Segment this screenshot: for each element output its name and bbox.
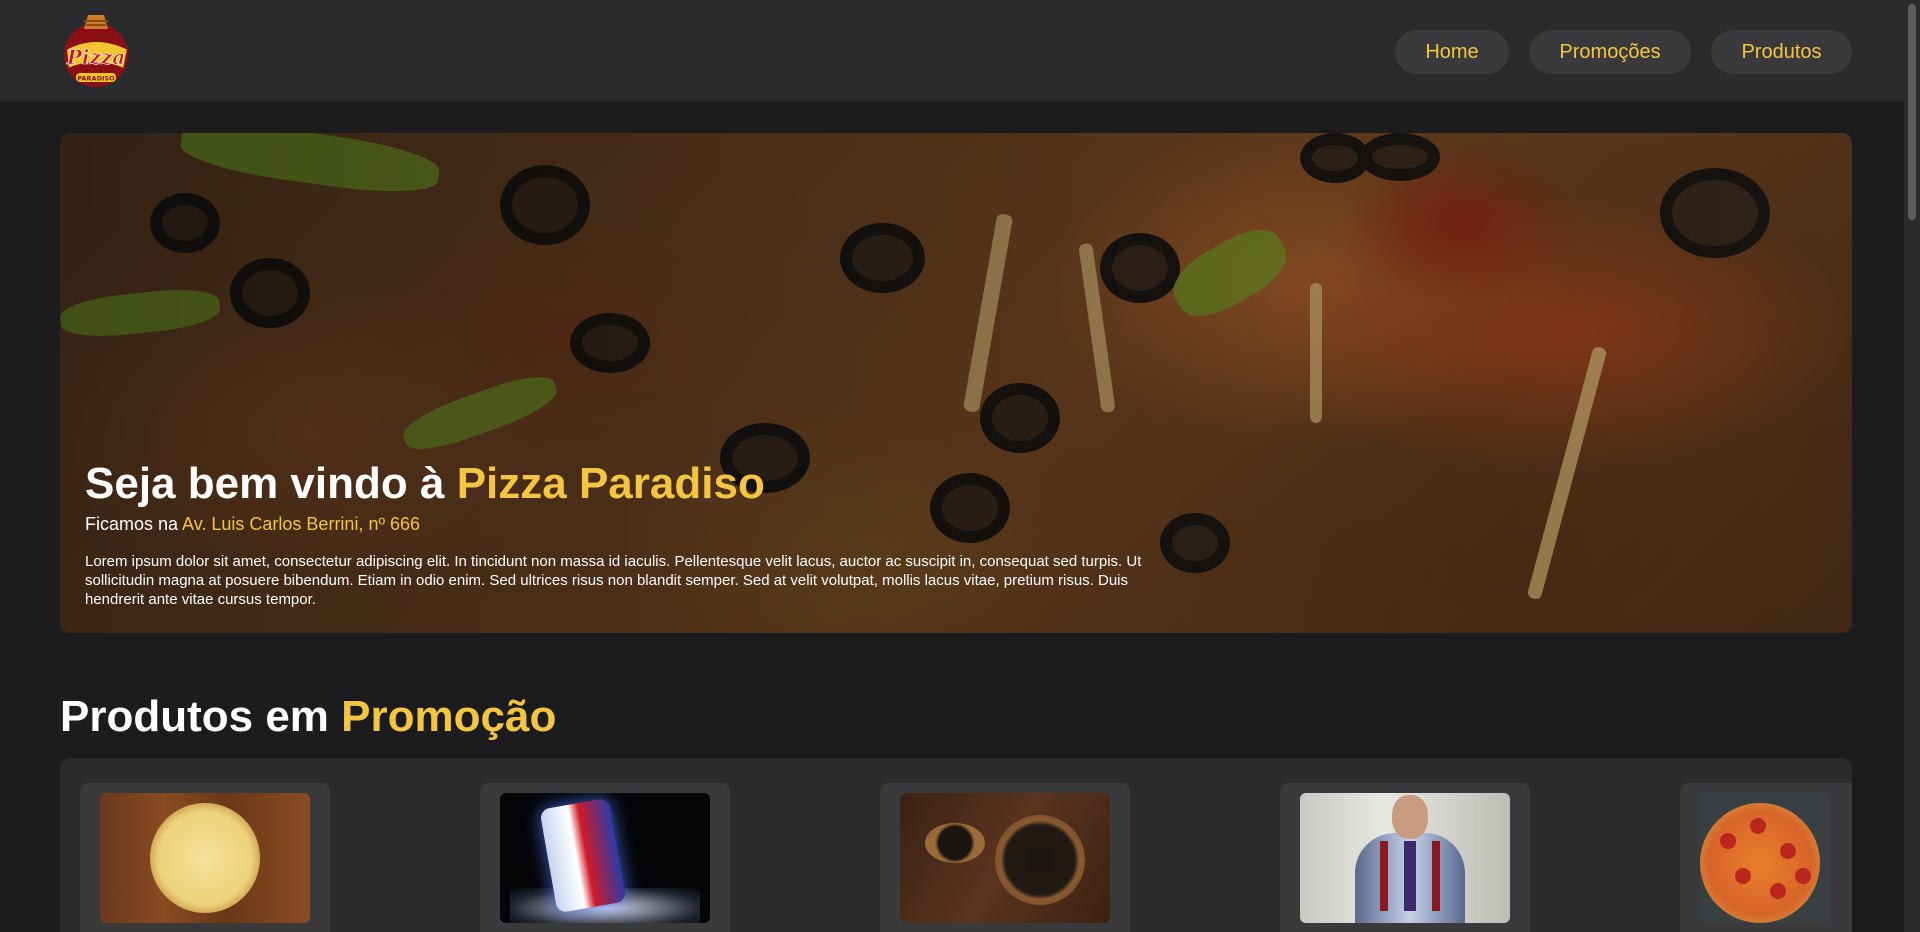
hero-banner: Seja bem vindo à Pizza Paradiso Ficamos … [60, 133, 1852, 633]
hero-description: Lorem ipsum dolor sit amet, consectetur … [85, 553, 1142, 608]
pizza-paradiso-logo[interactable]: Pizza PARADISO [58, 11, 134, 91]
main-nav: Home Promoções Produtos [1395, 30, 1852, 74]
page-scrollbar[interactable] [1904, 0, 1920, 932]
product-card[interactable] [880, 783, 1130, 932]
product-card[interactable] [1680, 783, 1852, 932]
product-card[interactable] [480, 783, 730, 932]
product-image-soda-can [500, 793, 710, 923]
product-carousel [60, 758, 1852, 932]
hero-address: Ficamos na Av. Luis Carlos Berrini, nº 6… [85, 512, 420, 536]
product-image-pepperoni-pizza [1700, 793, 1830, 923]
product-card[interactable] [80, 783, 330, 932]
product-image-man-in-suit [1300, 793, 1510, 923]
site-header: Pizza PARADISO Home Promoções Produtos [0, 0, 1904, 102]
nav-produtos-button[interactable]: Produtos [1711, 30, 1852, 74]
product-image-spice-bowl [900, 793, 1110, 923]
hero-address-value: Av. Luis Carlos Berrini, nº 666 [182, 514, 421, 534]
product-image-cheese-pizza [100, 793, 310, 923]
promo-title-prefix: Produtos em [60, 692, 342, 741]
promo-title-accent: Promoção [341, 692, 557, 741]
scrollbar-thumb[interactable] [1908, 4, 1916, 220]
hero-address-prefix: Ficamos na [85, 514, 183, 534]
logo-subtext: PARADISO [77, 75, 115, 83]
promo-section-title: Produtos em Promoção [60, 689, 556, 745]
hero-title: Seja bem vindo à Pizza Paradiso [85, 458, 765, 510]
hero-title-accent: Pizza Paradiso [456, 459, 765, 508]
logo-text: Pizza [66, 45, 125, 69]
nav-promocoes-button[interactable]: Promoções [1529, 30, 1691, 74]
hero-title-prefix: Seja bem vindo à [85, 459, 457, 508]
product-card[interactable] [1280, 783, 1530, 932]
nav-home-button[interactable]: Home [1395, 30, 1509, 74]
